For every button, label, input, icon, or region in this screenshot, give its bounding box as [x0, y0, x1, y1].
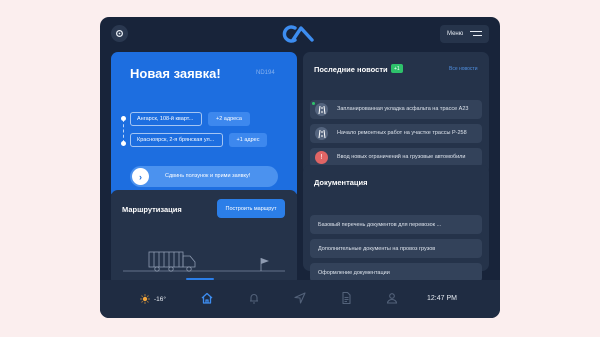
to-extra-chip[interactable]: +1 адрес	[229, 133, 267, 147]
temperature: -16°	[154, 295, 166, 303]
new-request-card: Новая заявка! ND194 Ангарск, 108-й кварт…	[111, 52, 297, 199]
documents-card: Документация Базовый перечень документов…	[303, 165, 489, 282]
all-news-link[interactable]: Все новости	[449, 66, 478, 72]
road-icon	[315, 127, 328, 140]
news-text: Ввод новых ограничений на грузовые автом…	[337, 154, 466, 160]
active-tab-indicator	[186, 278, 214, 280]
news-title: Последние новости	[314, 65, 388, 74]
slider-text: Сдвинь ползунок и прими заявку!	[165, 173, 251, 179]
hamburger-icon	[470, 31, 482, 37]
menu-button[interactable]: Меню	[440, 25, 489, 43]
bell-icon[interactable]	[247, 291, 261, 305]
slider-handle[interactable]: ›	[132, 168, 149, 185]
document-item[interactable]: Дополнительные документы на провоз грузо…	[310, 239, 482, 258]
app-screen: Меню Новая заявка! ND194 Ангарск, 108-й …	[100, 17, 500, 318]
new-request-title: Новая заявка!	[130, 66, 221, 81]
news-card: Последние новости +1 Все новости Заплани…	[303, 52, 489, 175]
road-icon	[315, 103, 328, 116]
bottom-bar: -16° 12:47 PM	[100, 278, 500, 318]
sun-icon	[140, 294, 150, 304]
documents-title: Документация	[314, 178, 368, 187]
menu-label: Меню	[447, 31, 464, 37]
to-address[interactable]: Красноярск, 2-я брянская ул...	[130, 133, 223, 147]
gear-icon	[115, 29, 124, 38]
news-item[interactable]: Запланированная укладка асфальта на трас…	[310, 100, 482, 119]
clock: 12:47 PM	[427, 295, 457, 302]
logo	[282, 25, 314, 43]
user-icon[interactable]	[385, 291, 399, 305]
news-badge: +1	[391, 64, 403, 73]
news-text: Начало ремонтных работ на участке трассы…	[337, 130, 467, 136]
settings-button[interactable]	[111, 25, 128, 42]
warning-icon: !	[315, 151, 328, 164]
routing-card: Маршрутизация Построить маршрут	[111, 190, 297, 286]
top-bar: Меню	[100, 17, 500, 51]
home-icon[interactable]	[200, 291, 214, 305]
document-icon[interactable]	[339, 291, 353, 305]
route-end-dot	[121, 141, 126, 146]
chevron-right-icon: ›	[139, 171, 142, 182]
truck-illustration	[123, 251, 285, 272]
from-address[interactable]: Ангарск, 108-й кварт...	[130, 112, 202, 126]
route-line	[123, 119, 125, 143]
weather-widget: -16°	[140, 294, 166, 304]
accept-slider[interactable]: › Сдвинь ползунок и прими заявку!	[130, 166, 278, 187]
truck-icon	[148, 251, 196, 272]
flag-icon	[260, 258, 269, 271]
news-text: Запланированная укладка асфальта на трас…	[337, 106, 469, 112]
unread-dot	[312, 102, 315, 105]
request-code: ND194	[256, 70, 275, 76]
navigation-icon[interactable]	[293, 291, 307, 305]
document-item[interactable]: Базовый перечень документов для перевозо…	[310, 215, 482, 234]
from-extra-chip[interactable]: +2 адреса	[208, 112, 250, 126]
news-item[interactable]: Начало ремонтных работ на участке трассы…	[310, 124, 482, 143]
